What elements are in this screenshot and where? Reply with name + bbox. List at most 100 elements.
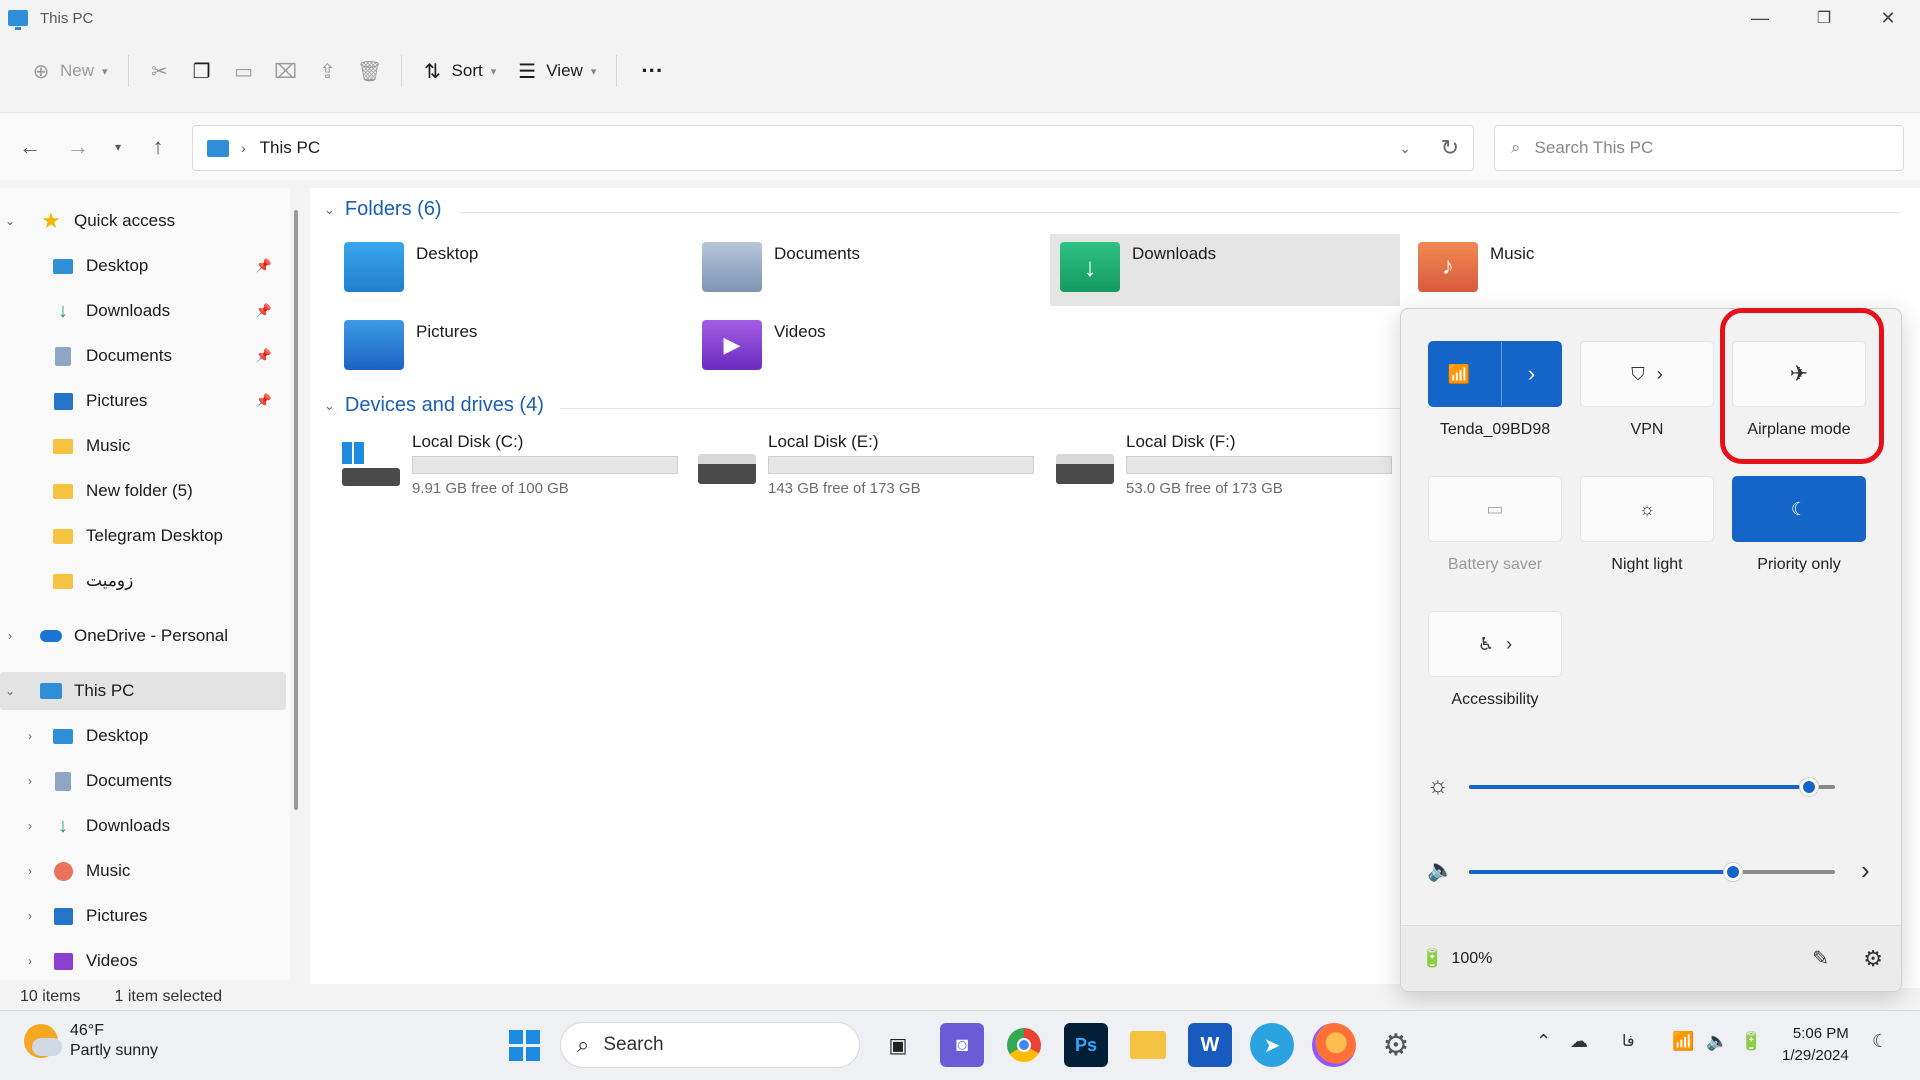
- drives-section-header[interactable]: ⌄ Devices and drives (4): [324, 394, 544, 417]
- photoshop-icon[interactable]: Ps: [1064, 1023, 1108, 1067]
- start-windows-icon[interactable]: [502, 1023, 546, 1067]
- back-button[interactable]: ←: [6, 123, 54, 171]
- show-hidden-icons-chevron-icon[interactable]: ⌃: [1536, 1031, 1551, 1052]
- view-button[interactable]: ☰ View ▾: [506, 49, 606, 93]
- sidebar-item-desktop[interactable]: Desktop 📌: [0, 247, 286, 285]
- clock-date: 1/29/2024: [1782, 1047, 1849, 1064]
- clock[interactable]: 5:06 PM 1/29/2024: [1782, 1023, 1849, 1067]
- breadcrumb[interactable]: This PC: [260, 138, 320, 158]
- sidebar-item-pc-documents[interactable]: › Documents: [0, 762, 286, 800]
- sort-button[interactable]: ⇅ Sort ▾: [412, 49, 507, 93]
- address-bar[interactable]: › This PC ⌄ ↻: [192, 125, 1474, 171]
- sidebar-item-pc-music[interactable]: › Music: [0, 852, 286, 890]
- sidebar-item-pc-videos[interactable]: › Videos: [0, 942, 286, 980]
- chevron-right-icon[interactable]: ›: [20, 909, 40, 923]
- forward-button[interactable]: →: [54, 123, 102, 171]
- close-button[interactable]: ✕: [1856, 0, 1920, 36]
- folder-videos[interactable]: ▶ Videos: [692, 312, 1042, 384]
- accessibility-tile[interactable]: ♿ ›: [1428, 611, 1562, 677]
- sidebar-item-pc-desktop[interactable]: › Desktop: [0, 717, 286, 755]
- more-options-button[interactable]: ···: [627, 49, 677, 93]
- volume-slider-thumb[interactable]: [1723, 863, 1742, 881]
- weather-widget[interactable]: 46°F Partly sunny: [24, 1021, 158, 1061]
- folder-desktop[interactable]: Desktop: [334, 234, 684, 306]
- chevron-down-icon[interactable]: ⌄: [0, 684, 20, 698]
- delete-button[interactable]: 🗑: [349, 49, 391, 93]
- sidebar-item-this-pc[interactable]: ⌄ This PC: [0, 672, 286, 710]
- edit-pencil-icon[interactable]: ✎: [1812, 946, 1829, 971]
- copy-button[interactable]: ❐: [181, 49, 223, 93]
- settings-gear-icon[interactable]: ⚙: [1374, 1023, 1418, 1067]
- chevron-down-icon[interactable]: ⌄: [0, 214, 20, 228]
- wifi-tile[interactable]: 📶 ›: [1428, 341, 1562, 407]
- sidebar-item-telegram-desktop[interactable]: Telegram Desktop: [0, 517, 286, 555]
- volume-slider[interactable]: [1469, 863, 1835, 881]
- chevron-right-icon[interactable]: ›: [0, 629, 20, 643]
- brightness-slider[interactable]: [1469, 778, 1835, 796]
- notifications-moon-icon[interactable]: ☾: [1872, 1031, 1888, 1052]
- paste-button[interactable]: ▭: [223, 49, 265, 93]
- brightness-slider-thumb[interactable]: [1800, 778, 1819, 796]
- folder-pictures[interactable]: Pictures: [334, 312, 684, 384]
- chevron-right-icon[interactable]: ›: [20, 819, 40, 833]
- teams-chat-icon[interactable]: ◙: [940, 1023, 984, 1067]
- file-explorer-icon[interactable]: [1126, 1023, 1170, 1067]
- recent-locations-button[interactable]: ▾: [102, 123, 134, 171]
- audio-output-chevron-icon[interactable]: ›: [1861, 855, 1870, 886]
- chevron-right-icon[interactable]: ›: [20, 864, 40, 878]
- search-input[interactable]: ⌕ Search This PC: [1494, 125, 1904, 171]
- drive-e[interactable]: Local Disk (E:) 143 GB free of 173 GB: [698, 432, 1038, 502]
- firefox-icon[interactable]: [1312, 1023, 1356, 1067]
- sidebar-item-pictures[interactable]: Pictures 📌: [0, 382, 286, 420]
- sidebar-item-zoomit[interactable]: زومیت: [0, 562, 286, 600]
- battery-saver-tile[interactable]: ▭: [1428, 476, 1562, 542]
- chrome-icon[interactable]: [1002, 1023, 1046, 1067]
- task-view-icon[interactable]: ▣: [876, 1023, 920, 1067]
- status-bar: 10 items 1 item selected: [0, 984, 1400, 1010]
- chevron-right-icon[interactable]: ›: [1500, 342, 1561, 406]
- night-light-tile[interactable]: ☼: [1580, 476, 1714, 542]
- wifi-icon[interactable]: 📶: [1429, 342, 1489, 406]
- drive-f[interactable]: Local Disk (F:) 53.0 GB free of 173 GB: [1056, 432, 1396, 502]
- priority-only-tile[interactable]: ☾: [1732, 476, 1866, 542]
- volume-tray-icon[interactable]: 🔈: [1706, 1031, 1728, 1052]
- command-bar: ⊕ New ▾ ✂ ❐ ▭ ⌧ ⇪ 🗑 ⇅ Sort ▾ ☰ View ▾ ··…: [0, 40, 1920, 102]
- telegram-icon[interactable]: ➤: [1250, 1023, 1294, 1067]
- wifi-tray-icon[interactable]: 📶: [1672, 1031, 1694, 1052]
- drive-c[interactable]: Local Disk (C:) 9.91 GB free of 100 GB: [342, 432, 682, 502]
- folder-downloads[interactable]: ↓ Downloads: [1050, 234, 1400, 306]
- taskbar-search[interactable]: ⌕ Search: [560, 1022, 860, 1068]
- minimize-button[interactable]: —: [1728, 0, 1792, 36]
- sidebar-item-music[interactable]: Music: [0, 427, 286, 465]
- refresh-icon[interactable]: ↻: [1441, 135, 1459, 161]
- rename-button[interactable]: ⌧: [265, 49, 307, 93]
- sidebar-item-documents[interactable]: Documents 📌: [0, 337, 286, 375]
- folder-documents[interactable]: Documents: [692, 234, 1042, 306]
- chevron-right-icon[interactable]: ›: [20, 954, 40, 968]
- sidebar-item-pc-downloads[interactable]: › ↓ Downloads: [0, 807, 286, 845]
- restore-button[interactable]: ❐: [1792, 0, 1856, 36]
- folder-music[interactable]: ♪ Music: [1408, 234, 1758, 306]
- cut-button[interactable]: ✂: [139, 49, 181, 93]
- share-button[interactable]: ⇪: [307, 49, 349, 93]
- address-dropdown-icon[interactable]: ⌄: [1399, 140, 1411, 157]
- sidebar-item-onedrive[interactable]: › OneDrive - Personal: [0, 617, 286, 655]
- up-button[interactable]: ↑: [134, 123, 182, 171]
- chevron-right-icon[interactable]: ›: [20, 729, 40, 743]
- sidebar-item-new-folder[interactable]: New folder (5): [0, 472, 286, 510]
- sidebar-item-pc-pictures[interactable]: › Pictures: [0, 897, 286, 935]
- this-pc-icon: [8, 10, 28, 30]
- sidebar-item-downloads[interactable]: ↓ Downloads 📌: [0, 292, 286, 330]
- new-button[interactable]: ⊕ New ▾: [20, 49, 118, 93]
- folders-section-header[interactable]: ⌄ Folders (6): [324, 198, 442, 221]
- drive-free-space: 9.91 GB free of 100 GB: [412, 480, 569, 497]
- language-indicator[interactable]: فا: [1622, 1031, 1635, 1051]
- word-icon[interactable]: W: [1188, 1023, 1232, 1067]
- vpn-tile[interactable]: ⛉ ›: [1580, 341, 1714, 407]
- sidebar-scrollbar[interactable]: [294, 210, 298, 810]
- sidebar-item-quick-access[interactable]: ⌄ ★ Quick access: [0, 202, 286, 240]
- onedrive-sync-icon[interactable]: ☁: [1570, 1031, 1588, 1052]
- settings-gear-icon[interactable]: ⚙: [1863, 946, 1883, 972]
- chevron-right-icon[interactable]: ›: [20, 774, 40, 788]
- battery-tray-icon[interactable]: 🔋: [1740, 1031, 1762, 1052]
